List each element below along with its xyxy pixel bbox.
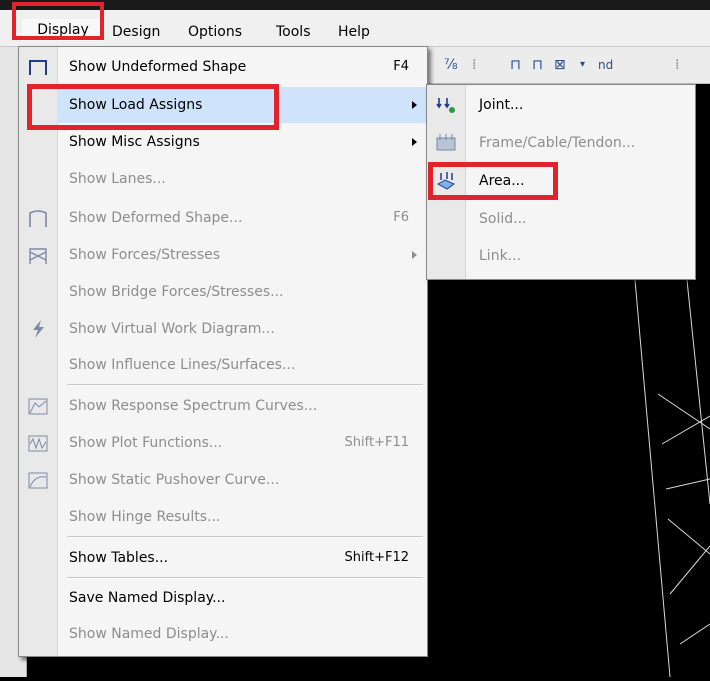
menu-item-show-plot-functions[interactable]: Show Plot Functions... Shift+F11 — [28, 425, 427, 461]
menu-item-save-named-display[interactable]: Save Named Display... — [57, 580, 427, 616]
load-assigns-highlight-box — [27, 84, 279, 130]
menu-item-label: Show Virtual Work Diagram... — [69, 321, 275, 337]
undeformed-shape-icon — [29, 60, 47, 75]
menu-item-shortcut: F4 — [393, 59, 409, 74]
menu-item-label: Show Tables... — [69, 550, 169, 566]
submenu-item-label: Link... — [479, 248, 522, 264]
menu-icon-column — [19, 47, 58, 656]
menu-tools[interactable]: Tools — [276, 22, 311, 42]
menu-item-shortcut: F6 — [393, 210, 409, 225]
submenu-item-solid[interactable]: Solid... — [427, 200, 695, 238]
menu-item-show-named-display[interactable]: Show Named Display... — [57, 616, 427, 652]
menu-item-label: Show Response Spectrum Curves... — [69, 398, 318, 414]
submenu-item-joint[interactable]: Joint... — [427, 86, 695, 124]
menu-design-label: Design — [112, 24, 161, 40]
menu-help-label: Help — [338, 24, 370, 40]
submenu-item-link[interactable]: Link... — [427, 237, 695, 275]
menu-item-shortcut: Shift+F11 — [344, 435, 409, 450]
joint-load-icon — [436, 98, 455, 113]
menu-separator — [67, 384, 423, 386]
deformed-shape-icon — [29, 210, 47, 227]
menu-item-show-undeformed-shape[interactable]: Show Undeformed Shape F4 — [29, 49, 427, 85]
menu-item-show-forces-stresses[interactable]: Show Forces/Stresses — [29, 237, 427, 273]
menu-design[interactable]: Design — [112, 22, 160, 42]
menu-item-show-lanes[interactable]: Show Lanes... — [57, 161, 427, 197]
display-highlight-box — [12, 2, 104, 40]
menu-item-show-response-spectrum[interactable]: Show Response Spectrum Curves... — [28, 388, 427, 424]
deformed-shape-tool-icon[interactable]: ⊓ — [532, 57, 543, 73]
menu-item-label: Show Named Display... — [69, 626, 229, 642]
frame-load-icon — [436, 134, 456, 151]
submenu-arrow-icon — [412, 101, 417, 109]
toolbar-nd-label[interactable]: nd — [598, 58, 613, 72]
menu-item-shortcut: Shift+F12 — [344, 550, 409, 565]
menu-item-label: Show Plot Functions... — [69, 435, 223, 451]
dropdown-arrow-icon[interactable]: ▾ — [580, 59, 585, 70]
menu-item-label: Save Named Display... — [69, 590, 226, 606]
response-spectrum-icon — [28, 398, 48, 415]
display-dropdown-menu: Show Undeformed Shape F4 Show Load Assig… — [18, 46, 428, 657]
menu-item-label: Show Lanes... — [69, 171, 166, 187]
menu-item-label: Show Hinge Results... — [69, 509, 221, 525]
menu-item-show-tables[interactable]: Show Tables... Shift+F12 — [57, 540, 427, 576]
menu-item-label: Show Undeformed Shape — [69, 59, 247, 75]
menu-item-label: Show Forces/Stresses — [69, 247, 221, 263]
forces-tool-icon[interactable]: ⊠ — [554, 57, 566, 73]
toolbar-separator: ⁞ — [472, 57, 477, 73]
menu-help[interactable]: Help — [338, 22, 370, 42]
undeformed-shape-tool-icon[interactable]: ⊓ — [510, 57, 521, 73]
menubar: Display Design Options Tools Help — [0, 10, 710, 47]
submenu-item-label: Frame/Cable/Tendon... — [479, 135, 636, 151]
plot-functions-icon — [28, 435, 48, 452]
menu-item-label: Show Static Pushover Curve... — [69, 472, 280, 488]
area-highlight-box — [428, 162, 558, 200]
pushover-curve-icon — [28, 472, 48, 489]
menu-item-show-bridge-forces[interactable]: Show Bridge Forces/Stresses... — [57, 274, 427, 310]
forces-stresses-icon — [29, 248, 47, 264]
menu-item-label: Show Deformed Shape... — [69, 210, 243, 226]
toolbar: ⅞ ⁞ ⊓ ⊓ ⊠ ▾ nd ⁞ — [420, 47, 710, 84]
submenu-arrow-icon — [412, 251, 417, 259]
virtual-work-icon — [33, 320, 44, 338]
submenu-item-label: Solid... — [479, 211, 527, 227]
menu-options[interactable]: Options — [188, 22, 242, 42]
submenu-item-label: Joint... — [479, 97, 524, 113]
window-top-strip — [0, 0, 710, 10]
menu-separator — [67, 577, 423, 579]
menu-item-label: Show Bridge Forces/Stresses... — [69, 284, 284, 300]
toolbar-separator-2: ⁞ — [675, 57, 680, 73]
menu-item-show-deformed-shape[interactable]: Show Deformed Shape... F6 — [29, 200, 427, 236]
menu-options-label: Options — [188, 24, 243, 40]
submenu-arrow-icon — [412, 138, 417, 146]
menu-item-show-virtual-work[interactable]: Show Virtual Work Diagram... — [33, 311, 427, 347]
menu-item-show-influence-lines[interactable]: Show Influence Lines/Surfaces... — [57, 347, 427, 383]
submenu-item-frame-cable-tendon[interactable]: Frame/Cable/Tendon... — [427, 124, 695, 162]
menu-tools-label: Tools — [276, 24, 311, 40]
menu-item-show-hinge-results[interactable]: Show Hinge Results... — [57, 499, 427, 535]
menu-item-show-pushover-curve[interactable]: Show Static Pushover Curve... — [28, 462, 427, 498]
percent-icon[interactable]: ⅞ — [444, 57, 458, 73]
menu-separator — [67, 536, 423, 538]
menu-item-label: Show Influence Lines/Surfaces... — [69, 357, 296, 373]
